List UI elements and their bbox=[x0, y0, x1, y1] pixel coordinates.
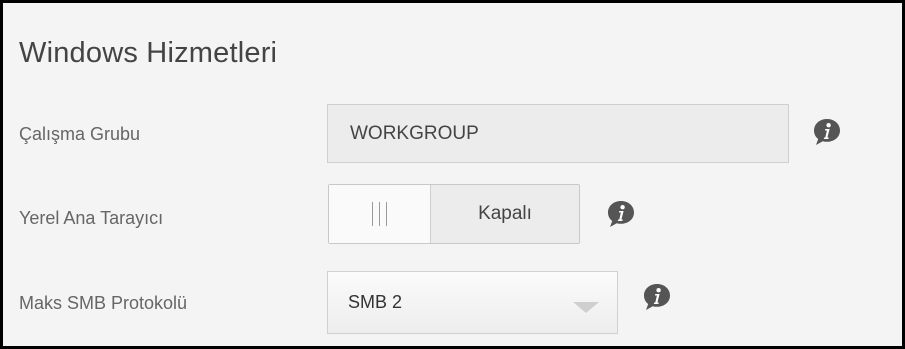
workgroup-input[interactable]: WORKGROUP bbox=[327, 104, 789, 163]
workgroup-value: WORKGROUP bbox=[350, 122, 479, 144]
grip-line-icon bbox=[372, 202, 373, 226]
max-smb-protocol-info-icon[interactable] bbox=[641, 281, 673, 313]
workgroup-info-icon[interactable] bbox=[811, 116, 843, 148]
toggle-handle[interactable] bbox=[329, 185, 431, 243]
toggle-state-label: Kapalı bbox=[431, 185, 579, 243]
selected-protocol: SMB 2 bbox=[348, 292, 403, 312]
max-smb-protocol-label: Maks SMB Protokolü bbox=[19, 293, 188, 313]
local-master-browser-label: Yerel Ana Tarayıcı bbox=[19, 208, 164, 228]
grip-line-icon bbox=[386, 202, 387, 226]
chevron-down-icon bbox=[573, 302, 599, 313]
grip-line-icon bbox=[379, 202, 380, 226]
local-master-browser-info-icon[interactable] bbox=[605, 198, 637, 230]
windows-services-panel: Windows Hizmetleri Çalışma Grubu WORKGRO… bbox=[0, 0, 905, 349]
workgroup-label: Çalışma Grubu bbox=[19, 124, 141, 144]
local-master-browser-toggle[interactable]: Kapalı bbox=[328, 184, 580, 244]
max-smb-protocol-select[interactable]: SMB 2 bbox=[327, 271, 618, 334]
section-title: Windows Hizmetleri bbox=[19, 37, 278, 69]
